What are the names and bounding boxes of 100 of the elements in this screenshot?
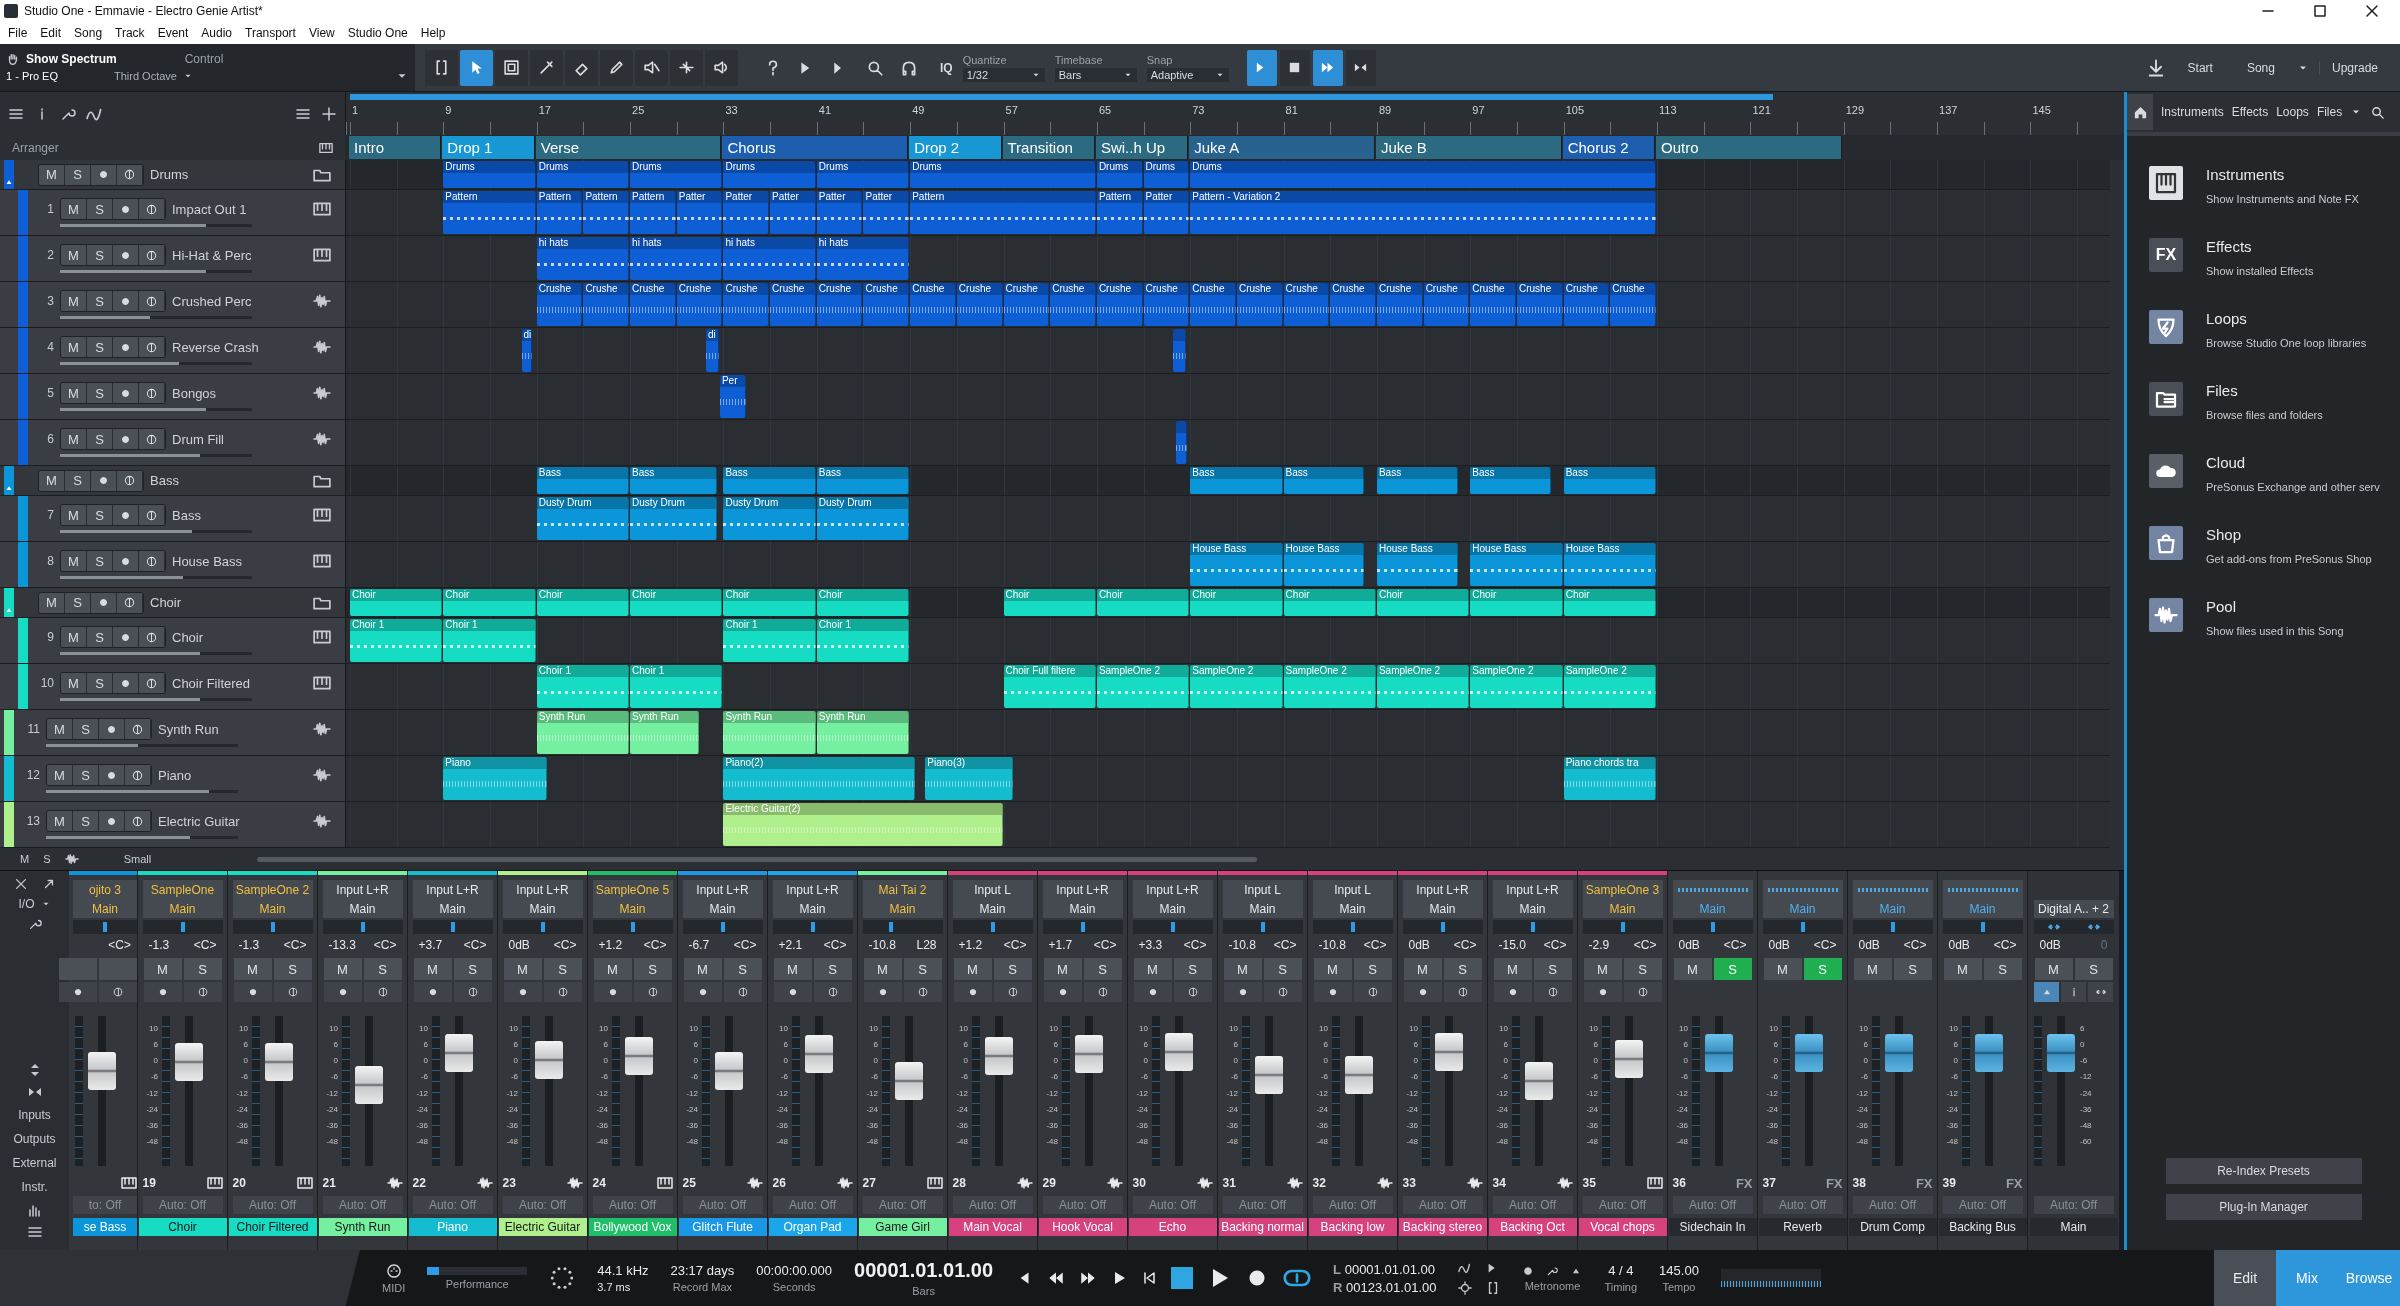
output-selector[interactable]: Main (1852, 900, 1933, 918)
output-selector[interactable]: Main (952, 900, 1033, 918)
browser-tab[interactable]: Loops (2276, 94, 2309, 130)
clip[interactable]: Drums (723, 161, 816, 188)
dropdown[interactable]: Adaptive (1146, 67, 1229, 82)
home-tab[interactable] (2127, 94, 2153, 130)
clip[interactable]: Bass (1470, 467, 1551, 494)
solo-button[interactable]: S (87, 337, 113, 357)
channel-name[interactable]: Game Girl (858, 1218, 947, 1236)
clip[interactable]: Bass (1563, 467, 1657, 494)
track-header[interactable]: 7 M S Bass (0, 496, 345, 541)
monitor-button[interactable] (813, 982, 852, 1002)
pan-slider[interactable] (232, 920, 313, 934)
fader-handle[interactable] (88, 1051, 116, 1090)
fader-handle[interactable] (715, 1051, 743, 1090)
clip[interactable]: Pattern - Variation 2 (1190, 191, 1657, 234)
add-track-icon[interactable] (321, 105, 337, 122)
record-button[interactable] (233, 982, 272, 1002)
arranger-section[interactable]: Chorus 2 (1562, 136, 1656, 159)
clip[interactable]: Pattern (1096, 191, 1143, 234)
speaker-tool[interactable] (705, 49, 738, 86)
menu-item[interactable]: Help (420, 26, 446, 41)
output-selector[interactable]: Main (502, 900, 583, 918)
channel-name[interactable]: Backing Oct (1488, 1218, 1577, 1236)
mixer-nav-item[interactable]: Instr. (21, 1178, 48, 1196)
mute-button[interactable]: M (39, 164, 65, 185)
monitor-button[interactable] (125, 719, 151, 739)
clip[interactable]: Patter (863, 191, 910, 234)
mute-tool-tool[interactable] (635, 49, 668, 86)
fader-handle[interactable] (175, 1042, 203, 1081)
channel-name[interactable]: Vocal chops (1578, 1218, 1667, 1236)
solo-button[interactable]: S (1443, 958, 1482, 980)
octave-dropdown[interactable]: Third Octave (114, 70, 177, 82)
record-button[interactable] (503, 982, 542, 1002)
solo-button[interactable]: S (73, 811, 99, 831)
browser-item[interactable]: Loops Browse Studio One loop libraries (2149, 310, 2400, 349)
upgrade-button[interactable]: Upgrade (2318, 60, 2390, 75)
monitor-button[interactable] (117, 164, 143, 185)
track-header[interactable]: 12 M S Piano (0, 756, 345, 801)
mute-button[interactable]: M (683, 958, 722, 980)
clip[interactable]: Bass (1376, 467, 1458, 494)
eraser-tool[interactable] (565, 49, 598, 86)
track-header[interactable]: 3 M S Crushed Perc (0, 282, 345, 327)
input-selector[interactable]: SampleOne 3 (1582, 880, 1663, 900)
mute-button[interactable]: M (1043, 958, 1082, 980)
arranger-section[interactable]: Outro (1656, 136, 1842, 159)
output-selector[interactable]: Main (73, 900, 137, 918)
solo-button[interactable]: S (87, 199, 113, 219)
record-button[interactable] (113, 429, 139, 449)
record-button[interactable] (143, 982, 182, 1002)
clip[interactable]: Crushe (630, 283, 676, 326)
clip[interactable]: Drums (1096, 161, 1143, 188)
monitor-button[interactable] (139, 505, 165, 525)
output-selector[interactable]: Main (1492, 900, 1573, 918)
input-selector[interactable]: Mai Tai 2 (862, 880, 943, 900)
monitor-button[interactable] (99, 982, 137, 1002)
menu-item[interactable]: Studio One (347, 26, 408, 41)
fader-handle[interactable] (625, 1037, 653, 1076)
browser-button[interactable]: Re-Index Presets (2165, 1158, 2362, 1184)
clip[interactable]: Crushe (863, 283, 910, 326)
clip[interactable]: Dusty Drum (723, 497, 816, 540)
dropdown[interactable]: 1/32 (962, 67, 1045, 82)
output-selector[interactable]: Main (1762, 900, 1843, 918)
mute-button[interactable]: M (61, 245, 87, 265)
browser-item[interactable]: Cloud PreSonus Exchange and other serv (2149, 454, 2400, 493)
mute-button[interactable]: M (413, 958, 452, 980)
solo-button[interactable]: S (87, 627, 113, 647)
solo-button[interactable]: S (903, 958, 942, 980)
mute-button[interactable]: M (1853, 958, 1892, 980)
mute-button[interactable]: M (39, 470, 65, 491)
mute-button[interactable]: M (1133, 958, 1172, 980)
track-header[interactable]: 6 M S Drum Fill (0, 420, 345, 465)
tempo-value[interactable]: 145.00 (1659, 1263, 1699, 1278)
record-button[interactable] (99, 765, 125, 785)
input-selector[interactable]: Input L+R (1132, 880, 1213, 900)
fader-handle[interactable] (895, 1061, 923, 1100)
input-selector[interactable]: Input L+R (682, 880, 763, 900)
pan-slider[interactable] (952, 920, 1033, 934)
menu-item[interactable]: File (8, 26, 28, 41)
monitor-button[interactable] (363, 982, 402, 1002)
return-to-start-icon[interactable] (1141, 1270, 1158, 1286)
arranger-section[interactable]: Verse (535, 136, 722, 159)
record-button[interactable] (113, 337, 139, 357)
fader-handle[interactable] (1885, 1033, 1913, 1072)
menu-item[interactable]: Edit (40, 26, 62, 41)
clip[interactable]: Drums (536, 161, 630, 188)
track-header[interactable]: 2 M S Hi-Hat & Perc (0, 236, 345, 281)
input-selector[interactable]: Input L (1222, 880, 1303, 900)
monitor-button[interactable] (1623, 982, 1662, 1002)
clip[interactable]: Crushe (1236, 283, 1283, 326)
output-selector[interactable]: Main (1312, 900, 1393, 918)
clip[interactable]: Crushe (770, 283, 816, 326)
record-button[interactable] (113, 673, 139, 693)
output-selector[interactable]: Main (1042, 900, 1123, 918)
arranger-section[interactable]: Chorus (722, 136, 909, 159)
track-header[interactable]: 13 M S Electric Guitar (0, 802, 345, 847)
solo-button[interactable]: S (1263, 958, 1302, 980)
record-button[interactable] (683, 982, 722, 1002)
solo-button[interactable]: S (1893, 958, 1932, 980)
solo-button[interactable]: S (183, 958, 222, 980)
